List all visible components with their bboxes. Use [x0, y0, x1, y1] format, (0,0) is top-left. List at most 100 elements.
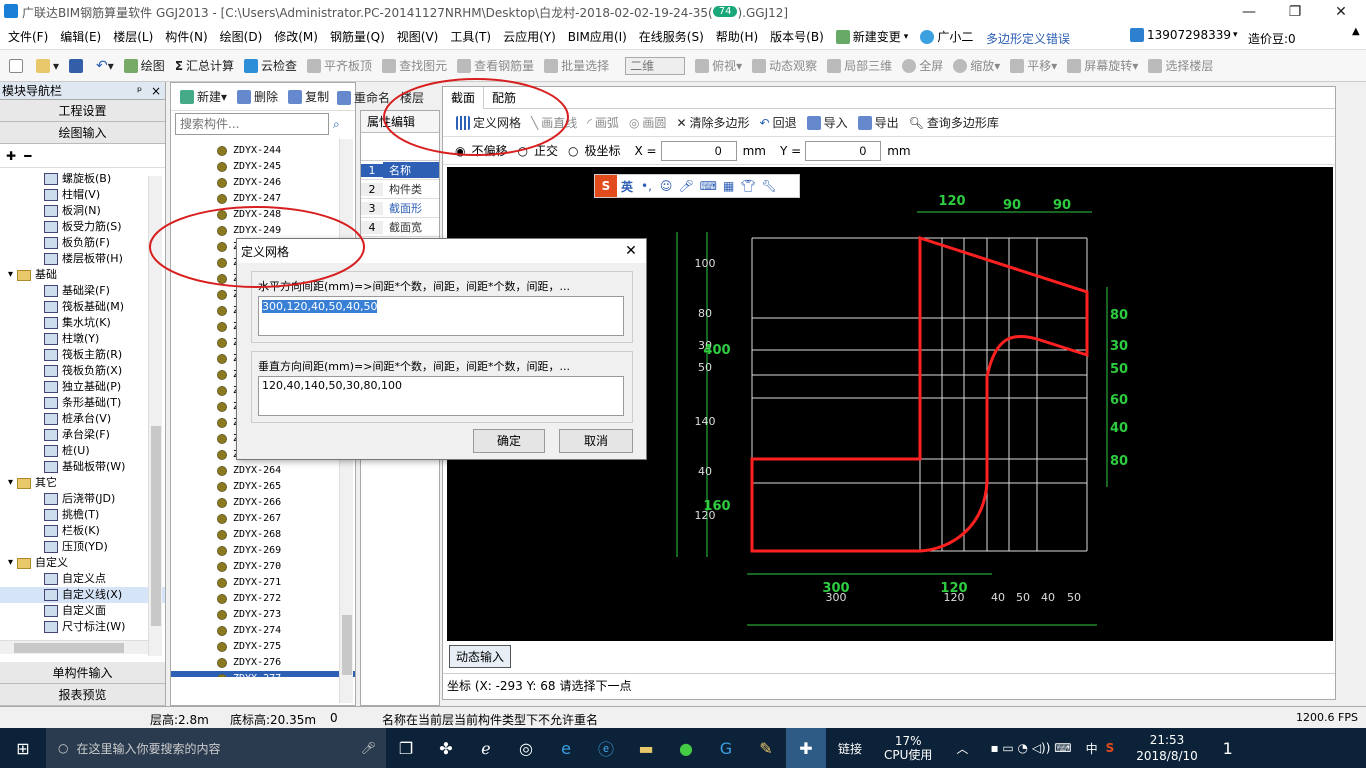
dialog-close-icon[interactable]: ✕: [616, 243, 646, 259]
draw-arc-button[interactable]: ◜ 画弧: [582, 111, 624, 135]
component-row[interactable]: ZDYX-271: [171, 575, 355, 591]
tree-folder[interactable]: ▾ 基础: [0, 267, 165, 283]
taskbar-search[interactable]: ○ 在这里输入你要搜索的内容 🎤︎: [46, 728, 386, 768]
component-row[interactable]: ZDYX-266: [171, 495, 355, 511]
save-button[interactable]: [64, 54, 91, 78]
option-no-offset[interactable]: ◉ 不偏移: [455, 142, 508, 159]
tree-item[interactable]: 筏板基础(M): [0, 299, 165, 315]
green-browser-icon[interactable]: ●: [666, 728, 706, 768]
tree-folder[interactable]: ▾ 其它: [0, 475, 165, 491]
collapse-icon[interactable]: ▾: [8, 475, 13, 491]
tree-folder[interactable]: ▾ 自定义: [0, 555, 165, 571]
dynamic-view-button[interactable]: 动态观察: [747, 54, 822, 78]
component-row[interactable]: ZDYX-273: [171, 607, 355, 623]
view-mode-select[interactable]: 二维: [620, 54, 690, 78]
component-row[interactable]: ZDYX-268: [171, 527, 355, 543]
tree-item[interactable]: 集水坑(K): [0, 315, 165, 331]
tab-section[interactable]: 截面: [443, 86, 485, 109]
fan-app-icon[interactable]: ✤: [426, 728, 466, 768]
menu-view[interactable]: 视图(V): [391, 24, 445, 50]
g-app-icon[interactable]: G: [706, 728, 746, 768]
keyboard-icon[interactable]: ⌨: [700, 179, 717, 193]
define-grid-button[interactable]: 定义网格: [451, 111, 526, 135]
tree-item[interactable]: 柱帽(V): [0, 187, 165, 203]
tree-item[interactable]: 筏板负筋(X): [0, 363, 165, 379]
undo-button[interactable]: ↶ ▾: [91, 54, 119, 78]
menu-draw[interactable]: 绘图(D): [214, 24, 269, 50]
fullscreen-button[interactable]: 全屏: [897, 54, 948, 78]
tree-item[interactable]: 楼层板带(H): [0, 251, 165, 267]
tree-item[interactable]: 柱墩(Y): [0, 331, 165, 347]
ime-lang[interactable]: 英: [621, 178, 633, 195]
undo-section-button[interactable]: ↶ 回退: [755, 111, 802, 135]
select-floor-button[interactable]: 选择楼层: [1143, 54, 1218, 78]
menu-file[interactable]: 文件(F): [2, 24, 54, 50]
tree-item[interactable]: 板负筋(F): [0, 235, 165, 251]
notes-icon[interactable]: ✎: [746, 728, 786, 768]
export-button[interactable]: 导出: [853, 111, 904, 135]
sogou-tray-icon[interactable]: S: [1106, 741, 1115, 755]
close-window-button[interactable]: ✕: [1318, 0, 1364, 24]
explorer-icon[interactable]: ▬: [626, 728, 666, 768]
menu-assistant[interactable]: 广小二: [914, 24, 979, 50]
pin-icon[interactable]: ᵖ: [137, 82, 151, 100]
menu-modify[interactable]: 修改(M): [268, 24, 324, 50]
emoji-icon[interactable]: ☺: [660, 179, 673, 193]
pan-button[interactable]: 平移 ▾: [1005, 54, 1062, 78]
component-row[interactable]: ZDYX-264: [171, 463, 355, 479]
menu-new-change[interactable]: 新建变更 ▾: [830, 24, 915, 50]
tree-item[interactable]: 挑檐(T): [0, 507, 165, 523]
zoom-button[interactable]: 缩放 ▾: [948, 54, 1005, 78]
option-ortho[interactable]: ○ 正交: [518, 142, 559, 159]
edge-icon[interactable]: e: [546, 728, 586, 768]
tree-item[interactable]: 筏板主筋(R): [0, 347, 165, 363]
tree-item[interactable]: 板洞(N): [0, 203, 165, 219]
component-row[interactable]: ZDYX-275: [171, 639, 355, 655]
tree-item[interactable]: 板受力筋(S): [0, 219, 165, 235]
menu-floor[interactable]: 楼层(L): [107, 24, 159, 50]
component-row[interactable]: ZDYX-274: [171, 623, 355, 639]
user-account[interactable]: 13907298339 ▾: [1130, 28, 1238, 42]
component-row[interactable]: ZDYX-277: [171, 671, 355, 677]
clear-polygon-button[interactable]: ✕ 清除多边形: [671, 111, 754, 135]
tree-hscrollbar[interactable]: [0, 640, 148, 654]
menu-bim[interactable]: BIM应用(I): [562, 24, 633, 50]
tree-item[interactable]: 桩(U): [0, 443, 165, 459]
menu-scroll-up[interactable]: ▲: [1352, 26, 1360, 37]
tree-item[interactable]: 桩承台(V): [0, 411, 165, 427]
component-row[interactable]: ZDYX-249: [171, 223, 355, 239]
component-row[interactable]: ZDYX-246: [171, 175, 355, 191]
view-rebar-button[interactable]: 查看钢筋量: [452, 54, 539, 78]
ok-button[interactable]: 确定: [473, 429, 545, 453]
menu-component[interactable]: 构件(N): [159, 24, 213, 50]
cloud-check-button[interactable]: 云检查: [239, 54, 302, 78]
tree-scroll-thumb[interactable]: [151, 426, 161, 626]
error-link[interactable]: 多边形定义错误: [986, 30, 1070, 47]
batch-select-button[interactable]: 批量选择: [539, 54, 614, 78]
query-polygon-button[interactable]: 🔍︎ 查询多边形库: [904, 111, 1004, 135]
menu-help[interactable]: 帮助(H): [710, 24, 764, 50]
ggj-app-icon[interactable]: ✚: [786, 728, 826, 768]
tree-item[interactable]: 自定义点: [0, 571, 165, 587]
windows-start-icon[interactable]: ⊞: [0, 728, 46, 768]
notification-icon[interactable]: 1: [1208, 728, 1248, 768]
collapse-all-icon[interactable]: ━: [24, 149, 31, 163]
tree-item[interactable]: 自定义面: [0, 603, 165, 619]
tab-rebar[interactable]: 配筋: [484, 87, 524, 109]
menu-version[interactable]: 版本号(B): [764, 24, 830, 50]
component-row[interactable]: ZDYX-244: [171, 143, 355, 159]
find-elem-button[interactable]: 查找图元: [377, 54, 452, 78]
input-lang[interactable]: 中: [1086, 740, 1098, 757]
draw-circle-button[interactable]: ◎ 画圆: [624, 111, 672, 135]
sum-button[interactable]: Σ 汇总计算: [170, 54, 239, 78]
copy-component-button[interactable]: 复制: [283, 85, 334, 109]
component-row[interactable]: ZDYX-247: [171, 191, 355, 207]
tools-icon[interactable]: ▦: [723, 179, 734, 193]
tray-icons[interactable]: ▪ ▭ ◔ ◁)) ⌨: [990, 741, 1071, 755]
tree-item[interactable]: 独立基础(P): [0, 379, 165, 395]
project-settings-tab[interactable]: 工程设置: [0, 100, 165, 122]
voice-icon[interactable]: 🎤︎: [678, 179, 693, 193]
mic-icon[interactable]: 🎤︎: [361, 741, 376, 755]
local-3d-button[interactable]: 局部三维: [822, 54, 897, 78]
punct-icon[interactable]: •,: [641, 179, 652, 193]
